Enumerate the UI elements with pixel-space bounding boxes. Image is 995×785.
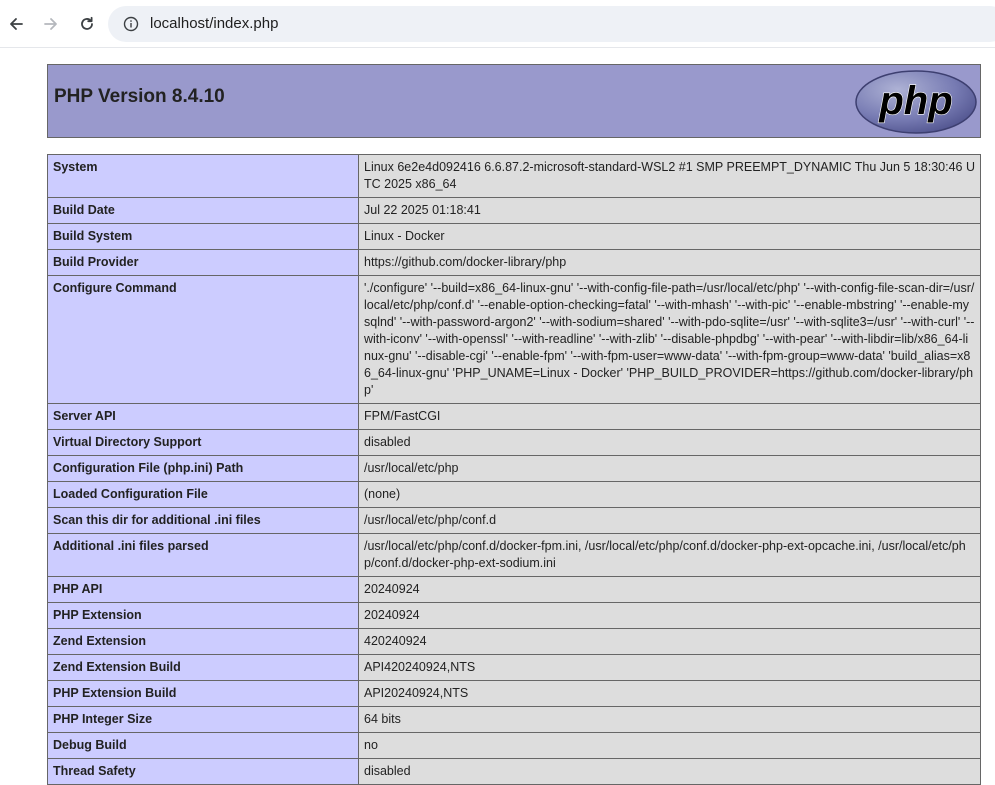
row-value: /usr/local/etc/php/conf.d: [358, 507, 981, 534]
row-value: https://github.com/docker-library/php: [358, 249, 981, 276]
row-value: 20240924: [358, 576, 981, 603]
arrow-right-icon: [44, 18, 57, 30]
table-row: PHP API 20240924: [47, 576, 981, 603]
table-row: System Linux 6e2e4d092416 6.6.87.2-micros…: [47, 154, 981, 198]
row-value: Jul 22 2025 01:18:41: [358, 197, 981, 224]
address-bar[interactable]: localhost/index.php: [108, 6, 995, 42]
row-value: disabled: [358, 758, 981, 785]
row-value: 420240924: [358, 628, 981, 655]
php-logo-icon[interactable]: php: [854, 69, 978, 135]
row-label: Loaded Configuration File: [47, 481, 359, 508]
table-row: Additional .ini files parsed/usr/local/e…: [47, 533, 981, 577]
row-label: PHP Integer Size: [47, 706, 359, 733]
table-row: Zend Extension 420240924: [47, 628, 981, 655]
row-value: './configure' '--build=x86_64-linux-gnu'…: [358, 275, 981, 404]
forward-button[interactable]: [39, 12, 63, 36]
table-row: Configure Command './configure' '--build=…: [47, 275, 981, 404]
table-row: Build Date Jul 22 2025 01:18:41: [47, 197, 981, 224]
table-row: Build System Linux - Docker: [47, 223, 981, 250]
table-row: Virtual Directory Support disabled: [47, 429, 981, 456]
row-label: Configuration File (php.ini) Path: [47, 455, 359, 482]
info-table: System Linux 6e2e4d092416 6.6.87.2-micros…: [47, 154, 981, 785]
row-label: Thread Safety: [47, 758, 359, 785]
row-label: PHP Extension Build: [47, 680, 359, 707]
row-value: API20240924,NTS: [358, 680, 981, 707]
row-value: API420240924,NTS: [358, 654, 981, 681]
table-row: Configuration File (php.ini) Path/usr/lo…: [47, 455, 981, 482]
arrow-left-icon: [10, 18, 23, 30]
row-label: Virtual Directory Support: [47, 429, 359, 456]
row-value: Linux 6e2e4d092416 6.6.87.2-microsoft-st…: [358, 154, 981, 198]
url-text[interactable]: localhost/index.php: [150, 14, 278, 34]
table-row: Server API FPM/FastCGI: [47, 403, 981, 430]
table-row: PHP Integer Size 64 bits: [47, 706, 981, 733]
table-row: Build Provider https://github.com/docker-…: [47, 249, 981, 276]
table-row: Thread Safety disabled: [47, 758, 981, 785]
row-label: Zend Extension Build: [47, 654, 359, 681]
logo-text: php: [878, 79, 952, 123]
row-label: PHP API: [47, 576, 359, 603]
browser-toolbar: localhost/index.php: [0, 0, 995, 48]
table-row: Scan this dir for additional .ini files /…: [47, 507, 981, 534]
row-label: Debug Build: [47, 732, 359, 759]
table-row: PHP Extension 20240924: [47, 602, 981, 629]
row-value: Linux - Docker: [358, 223, 981, 250]
row-label: Additional .ini files parsed: [47, 533, 359, 577]
table-row: Debug Build no: [47, 732, 981, 759]
table-row: PHP Extension Build API20240924,NTS: [47, 680, 981, 707]
row-label: Server API: [47, 403, 359, 430]
row-value: /usr/local/etc/php: [358, 455, 981, 482]
table-row: Zend Extension Build API420240924,NTS: [47, 654, 981, 681]
php-version-header: PHP Version 8.4.10 php: [47, 64, 981, 138]
reload-icon: [81, 16, 93, 30]
row-label: Zend Extension: [47, 628, 359, 655]
row-value: no: [358, 732, 981, 759]
row-value: 64 bits: [358, 706, 981, 733]
row-value: (none): [358, 481, 981, 508]
phpinfo-page: PHP Version 8.4.10 php System Linux 6e2e4…: [47, 64, 981, 785]
row-label: PHP Extension: [47, 602, 359, 629]
table-row: Loaded Configuration File (none): [47, 481, 981, 508]
row-value: /usr/local/etc/php/conf.d/docker-fpm.ini…: [358, 533, 981, 577]
page-title: PHP Version 8.4.10: [54, 86, 225, 107]
row-label: Configure Command: [47, 275, 359, 404]
row-value: 20240924: [358, 602, 981, 629]
row-label: Build Provider: [47, 249, 359, 276]
row-value: disabled: [358, 429, 981, 456]
info-icon[interactable]: [122, 15, 140, 33]
back-button[interactable]: [4, 12, 28, 36]
reload-button[interactable]: [75, 12, 99, 36]
row-label: Build System: [47, 223, 359, 250]
row-label: Build Date: [47, 197, 359, 224]
row-label: System: [47, 154, 359, 198]
row-value: FPM/FastCGI: [358, 403, 981, 430]
row-label: Scan this dir for additional .ini files: [47, 507, 359, 534]
